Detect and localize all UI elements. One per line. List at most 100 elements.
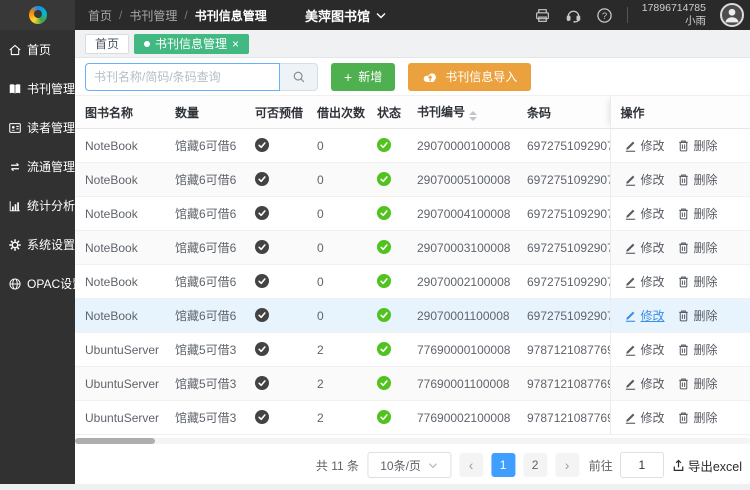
import-button-label: 书刊信息导入 bbox=[445, 68, 517, 85]
search-input[interactable] bbox=[85, 63, 280, 91]
help-icon[interactable]: ? bbox=[596, 7, 613, 24]
toolbar: + 新增 书刊信息导入 bbox=[75, 58, 750, 95]
page-buttons: 12 bbox=[491, 453, 547, 477]
delete-button[interactable]: 删除 bbox=[677, 409, 718, 426]
cell-status bbox=[367, 197, 407, 231]
cell-reservable bbox=[245, 163, 307, 197]
tab-home[interactable]: 首页 bbox=[85, 34, 129, 54]
cell-reservable bbox=[245, 231, 307, 265]
cell-book-name: NoteBook bbox=[75, 299, 165, 333]
page-button-1[interactable]: 1 bbox=[491, 453, 515, 477]
status-ok-icon bbox=[377, 274, 391, 288]
edit-button[interactable]: 修改 bbox=[624, 239, 665, 256]
cell-book-name: NoteBook bbox=[75, 197, 165, 231]
edit-button[interactable]: 修改 bbox=[624, 375, 665, 392]
table-row: NoteBook馆藏6可借602907000510000869727510929… bbox=[75, 163, 750, 197]
import-button[interactable]: 书刊信息导入 bbox=[408, 63, 531, 91]
cell-status bbox=[367, 401, 407, 435]
add-button[interactable]: + 新增 bbox=[331, 63, 395, 91]
sidebar-item-label: 统计分析 bbox=[27, 197, 75, 214]
app-logo[interactable] bbox=[0, 0, 75, 30]
delete-button[interactable]: 删除 bbox=[677, 239, 718, 256]
cell-book-no: 29070005100008 bbox=[407, 163, 517, 197]
edit-button[interactable]: 修改 bbox=[624, 409, 665, 426]
cell-barcode: 9787121087769 bbox=[517, 401, 610, 435]
delete-button[interactable]: 删除 bbox=[677, 341, 718, 358]
goto-page-input[interactable] bbox=[620, 452, 664, 478]
sidebar-item-label: OPAC设置 bbox=[27, 275, 84, 292]
bar-chart-icon bbox=[8, 199, 22, 213]
cell-book-no: 29070003100008 bbox=[407, 231, 517, 265]
sidebar-item-opac[interactable]: OPAC设置 bbox=[0, 264, 75, 303]
delete-button[interactable]: 删除 bbox=[677, 171, 718, 188]
avatar[interactable] bbox=[720, 3, 744, 27]
cell-book-no: 29070000100008 bbox=[407, 129, 517, 163]
breadcrumb-separator: / bbox=[184, 8, 187, 22]
cell-quantity: 馆藏5可借3 bbox=[165, 401, 245, 435]
prev-page-button[interactable]: ‹ bbox=[459, 453, 483, 477]
support-headset-icon[interactable] bbox=[565, 7, 582, 24]
library-name: 美萍图书馆 bbox=[305, 6, 370, 25]
edit-pencil-icon bbox=[624, 309, 637, 322]
search-button[interactable] bbox=[280, 63, 318, 91]
delete-button[interactable]: 删除 bbox=[677, 205, 718, 222]
delete-button[interactable]: 删除 bbox=[677, 375, 718, 392]
edit-button[interactable]: 修改 bbox=[624, 205, 665, 222]
edit-button[interactable]: 修改 bbox=[624, 171, 665, 188]
sidebar-item-stats[interactable]: 统计分析 bbox=[0, 186, 75, 225]
topbar: 首页/书刊管理/书刊信息管理 美萍图书馆 ? 17896714785 小雨 bbox=[0, 0, 750, 30]
sidebar-item-label: 首页 bbox=[27, 41, 51, 58]
user-phone: 17896714785 bbox=[642, 2, 706, 15]
trash-icon bbox=[677, 207, 690, 220]
sidebar-item-books[interactable]: 书刊管理 bbox=[0, 69, 75, 108]
sort-desc-icon[interactable] bbox=[469, 117, 477, 121]
column-header-book-no[interactable]: 书刊编号 bbox=[407, 96, 517, 129]
edit-button[interactable]: 修改 bbox=[624, 273, 665, 290]
tab-close-icon[interactable]: × bbox=[232, 38, 239, 50]
page-button-2[interactable]: 2 bbox=[523, 453, 547, 477]
next-page-button[interactable]: › bbox=[555, 453, 579, 477]
delete-button[interactable]: 删除 bbox=[677, 273, 718, 290]
page-size-select[interactable]: 10条/页 bbox=[367, 452, 451, 478]
sidebar-item-readers[interactable]: 读者管理 bbox=[0, 108, 75, 147]
edit-label: 修改 bbox=[641, 341, 665, 358]
trash-icon bbox=[677, 343, 690, 356]
cell-borrow-count: 0 bbox=[307, 265, 367, 299]
plus-icon: + bbox=[344, 69, 352, 85]
edit-button[interactable]: 修改 bbox=[624, 307, 665, 324]
edit-button[interactable]: 修改 bbox=[624, 137, 665, 154]
cell-borrow-count: 2 bbox=[307, 333, 367, 367]
breadcrumb-item[interactable]: 书刊管理 bbox=[129, 7, 177, 24]
cell-book-name: UbuntuServer bbox=[75, 333, 165, 367]
delete-button[interactable]: 删除 bbox=[677, 137, 718, 154]
edit-label: 修改 bbox=[641, 375, 665, 392]
sort-icon[interactable] bbox=[469, 111, 477, 121]
delete-button[interactable]: 删除 bbox=[677, 307, 718, 324]
tab-book-info[interactable]: 书刊信息管理× bbox=[134, 34, 249, 54]
delete-label: 删除 bbox=[694, 341, 718, 358]
delete-label: 删除 bbox=[694, 137, 718, 154]
edit-pencil-icon bbox=[624, 275, 637, 288]
user-info[interactable]: 17896714785 小雨 bbox=[642, 2, 706, 28]
book-icon bbox=[8, 82, 22, 96]
cell-borrow-count: 0 bbox=[307, 129, 367, 163]
cell-borrow-count: 0 bbox=[307, 197, 367, 231]
breadcrumb-item[interactable]: 首页 bbox=[88, 7, 112, 24]
cell-status bbox=[367, 265, 407, 299]
column-header-barcode: 条码 bbox=[517, 96, 610, 129]
column-header-label: 数量 bbox=[175, 106, 199, 120]
cell-actions: 修改删除 bbox=[610, 299, 750, 333]
sort-asc-icon[interactable] bbox=[469, 111, 477, 115]
sidebar-item-home[interactable]: 首页 bbox=[0, 30, 75, 69]
printer-icon[interactable] bbox=[534, 7, 551, 24]
circulation-icon bbox=[8, 160, 22, 174]
sidebar-item-circulation[interactable]: 流通管理 bbox=[0, 147, 75, 186]
edit-label: 修改 bbox=[641, 239, 665, 256]
export-excel-button[interactable]: 导出excel bbox=[671, 456, 742, 475]
edit-button[interactable]: 修改 bbox=[624, 341, 665, 358]
sidebar-item-settings[interactable]: 系统设置 bbox=[0, 225, 75, 264]
export-icon bbox=[671, 458, 686, 473]
library-switcher[interactable]: 美萍图书馆 bbox=[305, 0, 386, 30]
search-group bbox=[85, 63, 318, 91]
scrollbar-thumb[interactable] bbox=[75, 438, 155, 444]
